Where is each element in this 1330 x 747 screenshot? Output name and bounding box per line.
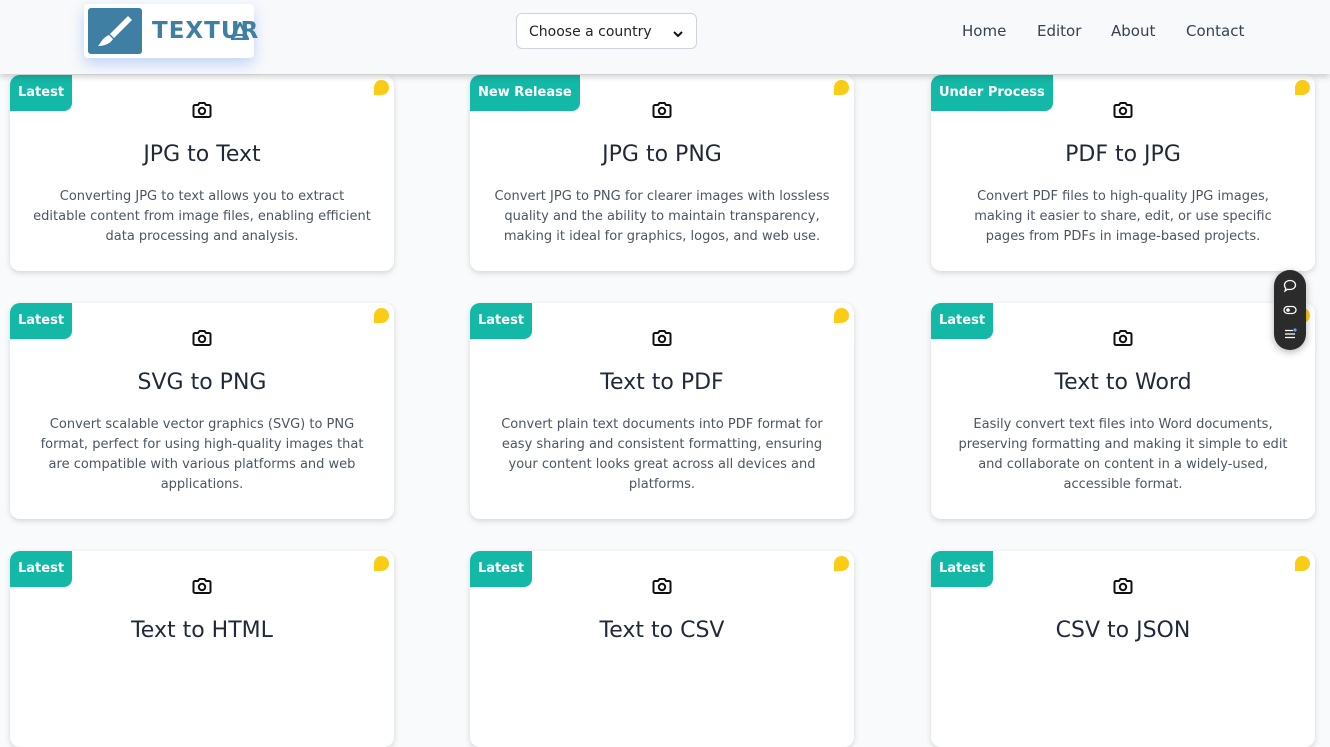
camera-icon <box>470 329 854 351</box>
card-description: Convert JPG to PNG for clearer images wi… <box>494 189 830 244</box>
tool-card-jpg-to-text[interactable]: Latest JPG to Text Converting JPG to tex… <box>10 75 394 271</box>
country-select[interactable]: Choose a country <box>516 13 697 49</box>
chat-bubble-icon <box>1295 556 1310 571</box>
tool-card-csv-to-json[interactable]: Latest CSV to JSON <box>931 551 1315 747</box>
nav-editor[interactable]: Editor <box>1037 22 1081 40</box>
chat-bubble-icon <box>834 556 849 571</box>
card-description: Convert PDF files to high-quality JPG im… <box>974 189 1272 244</box>
camera-icon <box>10 329 394 351</box>
camera-icon <box>10 101 394 123</box>
tool-card-text-to-html[interactable]: Latest Text to HTML <box>10 551 394 747</box>
nav-about[interactable]: About <box>1111 22 1155 40</box>
triangle-icon <box>229 20 251 44</box>
card-title: SVG to PNG <box>137 370 267 395</box>
tool-card-jpg-to-png[interactable]: New Release JPG to PNG Convert JPG to PN… <box>470 75 854 271</box>
card-title: PDF to JPG <box>1065 142 1181 167</box>
card-title: CSV to JSON <box>1055 618 1191 643</box>
chevron-down-icon <box>672 25 684 44</box>
tool-card-text-to-pdf[interactable]: Latest Text to PDF Convert plain text do… <box>470 303 854 519</box>
toggle-icon[interactable] <box>1282 302 1298 318</box>
tools-grid: Latest JPG to Text Converting JPG to tex… <box>0 0 1330 747</box>
card-description: Convert plain text documents into PDF fo… <box>501 417 823 492</box>
tool-card-pdf-to-jpg[interactable]: Under Process PDF to JPG Convert PDF fil… <box>931 75 1315 271</box>
camera-icon <box>10 577 394 599</box>
nav-contact[interactable]: Contact <box>1186 22 1244 40</box>
camera-icon <box>931 101 1315 123</box>
site-header: TEXTUR Choose a country Home Editor Abou… <box>0 0 1330 74</box>
chat-bubble-icon <box>374 556 389 571</box>
chat-bubble-icon <box>834 308 849 323</box>
camera-icon <box>931 577 1315 599</box>
card-description: Easily convert text files into Word docu… <box>958 417 1288 492</box>
floating-toolbar <box>1274 270 1306 350</box>
card-description: Converting JPG to text allows you to ext… <box>33 189 371 244</box>
chat-bubble-icon <box>834 80 849 95</box>
country-select-value: Choose a country <box>529 24 652 40</box>
tool-card-svg-to-png[interactable]: Latest SVG to PNG Convert scalable vecto… <box>10 303 394 519</box>
paintbrush-icon <box>88 8 142 54</box>
logo[interactable]: TEXTUR <box>84 4 258 58</box>
chat-bubble-icon <box>374 308 389 323</box>
card-description: Convert scalable vector graphics (SVG) t… <box>40 417 364 492</box>
tool-card-text-to-word[interactable]: Latest Text to Word Easily convert text … <box>931 303 1315 519</box>
camera-icon <box>470 577 854 599</box>
card-title: JPG to PNG <box>602 142 722 167</box>
list-icon[interactable] <box>1282 326 1298 342</box>
card-title: Text to PDF <box>600 370 724 395</box>
card-title: Text to Word <box>1054 370 1192 395</box>
card-title: JPG to Text <box>143 142 261 167</box>
nav-home[interactable]: Home <box>962 22 1006 40</box>
chat-icon[interactable] <box>1282 278 1298 294</box>
tool-card-text-to-csv[interactable]: Latest Text to CSV <box>470 551 854 747</box>
chat-bubble-icon <box>374 80 389 95</box>
camera-icon <box>931 329 1315 351</box>
chat-bubble-icon <box>1295 80 1310 95</box>
card-title: Text to CSV <box>599 618 725 643</box>
camera-icon <box>470 101 854 123</box>
card-title: Text to HTML <box>131 618 273 643</box>
